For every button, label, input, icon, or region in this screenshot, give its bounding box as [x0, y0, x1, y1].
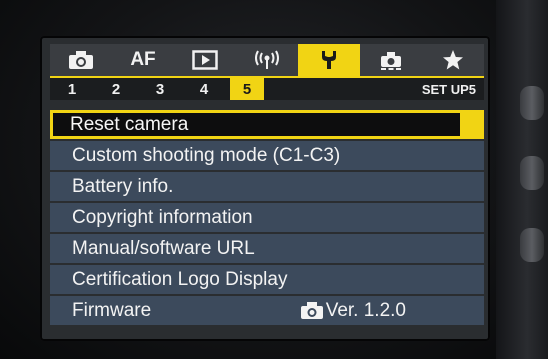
- firmware-version-value: Ver. 1.2.0: [325, 299, 406, 321]
- tab-setup[interactable]: [298, 44, 360, 76]
- side-button: [520, 228, 544, 262]
- menu-item-label: Manual/software URL: [72, 237, 255, 259]
- tab-shooting[interactable]: [50, 44, 112, 76]
- menu-item-battery-info[interactable]: Battery info.: [50, 172, 484, 201]
- page-tab-3[interactable]: 3: [138, 78, 182, 100]
- camera-side-panel: [496, 0, 548, 359]
- menu-item-copyright-information[interactable]: Copyright information: [50, 203, 484, 232]
- menu-item-label: Battery info.: [72, 175, 174, 197]
- page-tab-1[interactable]: 1: [50, 78, 94, 100]
- menu-item-manual-software-url[interactable]: Manual/software URL: [50, 234, 484, 263]
- page-selector: 1 2 3 4 5 SET UP5: [50, 76, 484, 100]
- menu-item-custom-shooting-mode[interactable]: Custom shooting mode (C1-C3): [50, 141, 484, 170]
- side-button: [520, 86, 544, 120]
- page-tab-2[interactable]: 2: [94, 78, 138, 100]
- tab-my-menu[interactable]: [422, 44, 484, 76]
- menu-item-certification-logo-display[interactable]: Certification Logo Display: [50, 265, 484, 294]
- custom-settings-icon: [381, 52, 401, 70]
- tab-custom-functions[interactable]: [360, 44, 422, 76]
- lcd-screen: AF 1 2 3 4 5 SET UP5 Reset camera Custom…: [40, 36, 490, 341]
- menu-item-label: Certification Logo Display: [72, 268, 288, 290]
- page-tab-4[interactable]: 4: [182, 78, 226, 100]
- star-icon: [443, 50, 463, 70]
- menu-item-label: Firmware: [72, 299, 152, 321]
- side-button: [520, 156, 544, 190]
- page-tab-5[interactable]: 5: [230, 78, 264, 100]
- playback-icon: [192, 50, 218, 70]
- menu-item-reset-camera[interactable]: Reset camera: [50, 110, 484, 139]
- menu-list: Reset camera Custom shooting mode (C1-C3…: [50, 110, 484, 327]
- menu-tab-bar: AF: [50, 44, 484, 76]
- wireless-icon: [255, 50, 279, 69]
- menu-item-label: Custom shooting mode (C1-C3): [72, 144, 341, 166]
- tab-playback[interactable]: [174, 44, 236, 76]
- camera-icon: [300, 302, 323, 319]
- menu-item-label: Reset camera: [53, 113, 460, 136]
- tab-af-label: AF: [130, 49, 156, 70]
- camera-icon: [69, 51, 93, 69]
- firmware-version: Ver. 1.2.0: [300, 300, 406, 322]
- page-group-label: SET UP5: [421, 81, 476, 97]
- tab-af[interactable]: AF: [112, 44, 174, 76]
- menu-item-label: Copyright information: [72, 206, 253, 228]
- menu-item-firmware[interactable]: Firmware Ver. 1.2.0: [50, 296, 484, 325]
- wrench-icon: [322, 51, 336, 69]
- tab-wireless[interactable]: [236, 44, 298, 76]
